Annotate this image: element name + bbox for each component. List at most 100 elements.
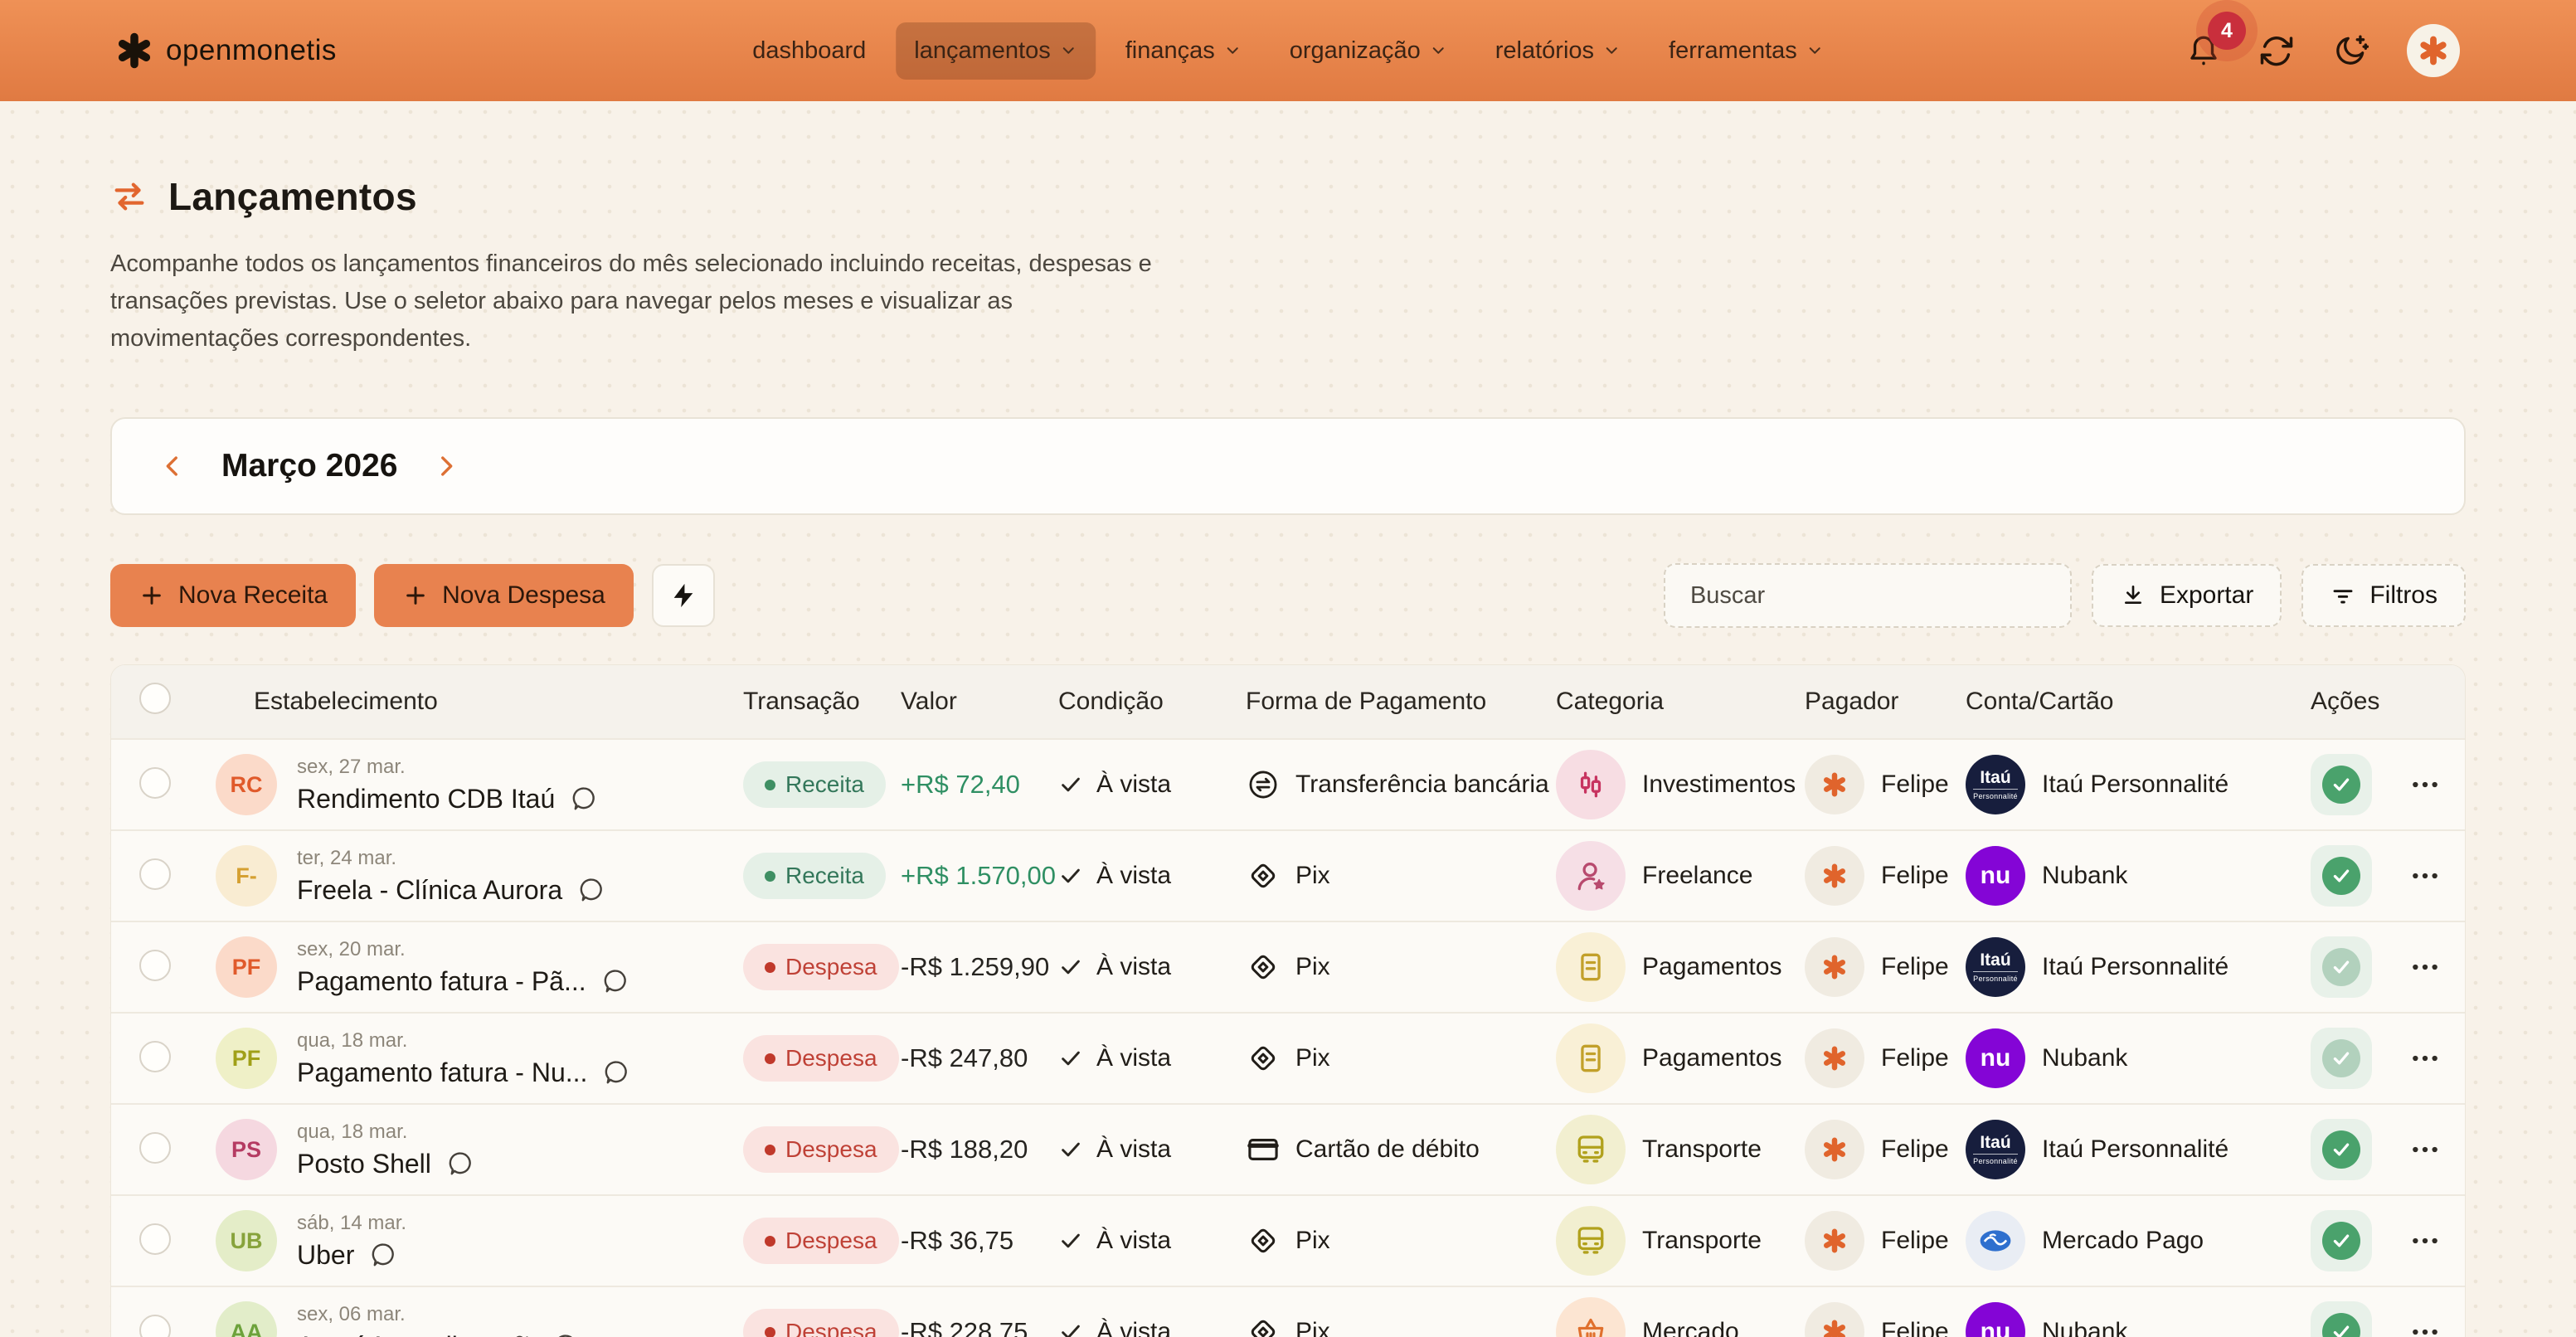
- nav-item-finanças[interactable]: finanças: [1107, 22, 1260, 80]
- pix-icon: [1246, 1223, 1281, 1258]
- column-header: Transação: [743, 688, 901, 716]
- itau-logo: ItaúPersonnalité: [1966, 937, 2025, 997]
- export-button[interactable]: Exportar: [2092, 564, 2282, 627]
- nav-item-label: dashboard: [752, 37, 866, 65]
- shared-users-icon: [508, 1332, 537, 1337]
- row-menu-button[interactable]: [2408, 950, 2442, 984]
- payer-avatar: [1805, 937, 1864, 997]
- table-row[interactable]: PS qua, 18 mar. Posto Shell Despesa -R$ …: [111, 1103, 2465, 1194]
- transaction-type-badge: Receita: [743, 853, 886, 899]
- new-expense-button[interactable]: Nova Despesa: [374, 564, 634, 627]
- column-header: Conta/Cartão: [1966, 688, 2311, 716]
- table-row[interactable]: AA sex, 06 mar. Assaí Atacadista Despesa…: [111, 1286, 2465, 1337]
- status-toggle[interactable]: [2311, 1210, 2372, 1271]
- condition-label: À vista: [1096, 1227, 1171, 1255]
- row-menu-button[interactable]: [2408, 859, 2442, 892]
- nav-item-dashboard[interactable]: dashboard: [734, 22, 884, 80]
- nav-item-organização[interactable]: organização: [1271, 22, 1465, 80]
- nav-item-relatórios[interactable]: relatórios: [1477, 22, 1639, 80]
- table-row[interactable]: PF sex, 20 mar. Pagamento fatura - Pã...…: [111, 921, 2465, 1012]
- row-checkbox[interactable]: [139, 1132, 171, 1164]
- status-toggle[interactable]: [2311, 1301, 2372, 1337]
- transaction-date: qua, 18 mar.: [297, 1029, 630, 1053]
- status-toggle[interactable]: [2311, 754, 2372, 815]
- account-name: Mercado Pago: [2042, 1227, 2204, 1255]
- nav-item-lançamentos[interactable]: lançamentos: [896, 22, 1095, 80]
- comment-icon[interactable]: [570, 785, 598, 813]
- merchant-name: Pagamento fatura - Pã...: [297, 966, 586, 997]
- transaction-date: sex, 06 mar.: [297, 1303, 580, 1326]
- row-checkbox[interactable]: [139, 1223, 171, 1255]
- row-menu-button[interactable]: [2408, 1224, 2442, 1257]
- merchant-name: Rendimento CDB Itaú: [297, 784, 555, 814]
- category-bus-icon: [1556, 1115, 1626, 1184]
- notifications-button[interactable]: 4: [2186, 33, 2221, 68]
- merchant-name: Assaí Atacadista: [297, 1331, 493, 1337]
- account-name: Itaú Personnalité: [2042, 1135, 2228, 1164]
- row-checkbox[interactable]: [139, 767, 171, 799]
- brand[interactable]: openmonetis: [116, 32, 337, 69]
- sync-button[interactable]: [2259, 33, 2294, 68]
- column-header: Pagador: [1805, 688, 1966, 716]
- column-header: Condição: [1058, 688, 1246, 716]
- comment-icon[interactable]: [552, 1332, 580, 1337]
- column-header: Forma de Pagamento: [1246, 688, 1556, 716]
- previous-month-button[interactable]: [158, 452, 187, 480]
- comment-icon[interactable]: [601, 967, 629, 995]
- comment-icon[interactable]: [577, 876, 605, 904]
- filters-button[interactable]: Filtros: [2301, 564, 2466, 627]
- check-icon: [1058, 772, 1083, 797]
- transaction-type-badge: Despesa: [743, 944, 899, 990]
- nav-item-label: organização: [1290, 37, 1421, 65]
- comment-icon[interactable]: [369, 1241, 397, 1269]
- search-input[interactable]: [1664, 563, 2072, 628]
- nav-item-ferramentas[interactable]: ferramentas: [1650, 22, 1842, 80]
- dark-mode-toggle[interactable]: [2332, 32, 2369, 69]
- table-row[interactable]: RC sex, 27 mar. Rendimento CDB Itaú Rece…: [111, 738, 2465, 829]
- select-all-checkbox[interactable]: [139, 683, 171, 714]
- user-avatar[interactable]: [2407, 24, 2460, 77]
- nubank-logo: nu: [1966, 1302, 2025, 1337]
- transaction-value: -R$ 36,75: [901, 1226, 1013, 1255]
- payer-avatar: [1805, 755, 1864, 814]
- navbar-right: 4: [2186, 24, 2460, 77]
- month-selector: Março 2026: [110, 417, 2466, 515]
- status-toggle[interactable]: [2311, 936, 2372, 998]
- payment-method-label: Pix: [1295, 953, 1330, 981]
- row-menu-button[interactable]: [2408, 768, 2442, 801]
- chevron-right-icon: [432, 452, 460, 480]
- row-checkbox[interactable]: [139, 1315, 171, 1337]
- status-toggle[interactable]: [2311, 1119, 2372, 1180]
- comment-icon[interactable]: [446, 1150, 474, 1178]
- page-title: Lançamentos: [168, 174, 417, 219]
- table-row[interactable]: UB sáb, 14 mar. Uber Despesa -R$ 36,75 À…: [111, 1194, 2465, 1286]
- row-checkbox[interactable]: [139, 858, 171, 890]
- itau-logo: ItaúPersonnalité: [1966, 755, 2025, 814]
- status-check-icon: [2322, 857, 2360, 895]
- sync-icon: [2259, 33, 2294, 68]
- next-month-button[interactable]: [432, 452, 460, 480]
- payment-method-label: Pix: [1295, 862, 1330, 890]
- status-toggle[interactable]: [2311, 845, 2372, 907]
- row-checkbox[interactable]: [139, 950, 171, 981]
- debit-card-icon: [1246, 1132, 1281, 1167]
- condition-label: À vista: [1096, 771, 1171, 799]
- table-header: Estabelecimento Transação Valor Condição…: [111, 665, 2465, 738]
- chevron-down-icon: [1806, 41, 1824, 60]
- nav-item-label: relatórios: [1495, 37, 1594, 65]
- table-row[interactable]: F- ter, 24 mar. Freela - Clínica Aurora …: [111, 829, 2465, 921]
- transaction-type-badge: Despesa: [743, 1309, 899, 1337]
- status-toggle[interactable]: [2311, 1028, 2372, 1089]
- brand-asterisk-icon: [116, 32, 153, 69]
- row-menu-button[interactable]: [2408, 1042, 2442, 1075]
- new-income-button[interactable]: Nova Receita: [110, 564, 356, 627]
- table-row[interactable]: PF qua, 18 mar. Pagamento fatura - Nu...…: [111, 1012, 2465, 1103]
- row-menu-button[interactable]: [2408, 1133, 2442, 1166]
- comment-icon[interactable]: [602, 1058, 630, 1087]
- pix-icon: [1246, 858, 1281, 893]
- condition-label: À vista: [1096, 1318, 1171, 1337]
- row-menu-button[interactable]: [2408, 1315, 2442, 1337]
- transaction-value: +R$ 1.570,00: [901, 861, 1056, 890]
- row-checkbox[interactable]: [139, 1041, 171, 1072]
- quick-action-button[interactable]: [652, 564, 715, 627]
